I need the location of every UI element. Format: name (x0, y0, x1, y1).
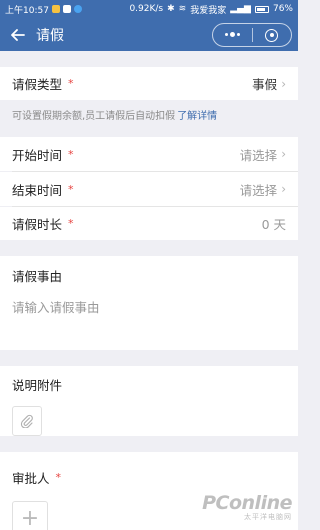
chevron-right-icon: › (281, 76, 286, 91)
reason-label: 请假事由 (12, 269, 63, 284)
hint-text: 可设置假期余额,员工请假后自动扣假 (12, 110, 176, 122)
network-speed: 0.92K/s (129, 4, 164, 14)
attachment-label: 说明附件 (12, 378, 63, 393)
paperclip-icon (20, 414, 33, 428)
reason-input[interactable]: 请输入请假事由 (12, 297, 286, 316)
required-mark: * (55, 471, 62, 484)
required-mark: * (68, 182, 74, 196)
status-bar: 上午10:57 0.92K/s ✱ ≋ 我爱我家 ▂▄▆ 76% (0, 0, 298, 18)
end-time-label: 结束时间 (12, 182, 63, 198)
watermark-logo: PConline (202, 492, 292, 514)
learn-more-link[interactable]: 了解详情 (177, 107, 217, 122)
end-time-row[interactable]: 结束时间 * 请选择 › (0, 172, 298, 206)
start-time-row[interactable]: 开始时间 * 请选择 › (0, 137, 298, 171)
plus-icon: + (20, 506, 40, 530)
start-time-placeholder: 请选择 (239, 147, 278, 163)
reason-section: 请假事由 请输入请假事由 (0, 256, 298, 350)
duration-row: 请假时长 * 0 天 (0, 207, 298, 240)
leave-balance-hint: 可设置假期余额,员工请假后自动扣假 了解详情 (0, 100, 298, 128)
duration-value: 0 天 (261, 217, 286, 232)
wifi-icon: ≋ (178, 4, 187, 14)
carrier-name: 我爱我家 (190, 5, 227, 16)
duration-label: 请假时长 (12, 217, 63, 232)
required-mark: * (68, 217, 74, 230)
end-time-placeholder: 请选择 (239, 182, 278, 198)
arrow-left-icon (11, 28, 25, 41)
battery-icon (254, 5, 269, 13)
add-attachment-button[interactable] (12, 406, 42, 436)
notification-icon (51, 5, 60, 13)
back-button[interactable] (0, 18, 36, 51)
leave-type-value: 事假 (252, 77, 278, 92)
record-circle-icon (265, 28, 279, 42)
add-approver-button[interactable]: + (12, 501, 48, 530)
leave-type-label: 请假类型 (12, 77, 63, 92)
chevron-right-icon: › (281, 147, 286, 161)
notification-icon (62, 5, 71, 13)
required-mark: * (68, 147, 74, 161)
watermark: PConline 太平洋电脑网 (202, 492, 292, 522)
notification-icon (73, 5, 82, 13)
leave-type-row[interactable]: 请假类型 * 事假 › (0, 67, 298, 100)
more-dots-icon (224, 32, 240, 37)
battery-percent: 76% (272, 4, 293, 14)
start-time-label: 开始时间 (12, 147, 63, 163)
nav-bar: 请假 (0, 18, 298, 51)
chevron-right-icon: › (281, 182, 286, 196)
close-mini-program-button[interactable] (253, 24, 292, 46)
bluetooth-icon: ✱ (167, 4, 175, 14)
required-mark: * (68, 77, 74, 90)
signal-icon: ▂▄▆ (230, 4, 251, 14)
more-button[interactable] (213, 24, 252, 46)
mini-program-capsule (212, 23, 292, 47)
approver-label: 审批人 (12, 471, 50, 486)
status-time: 上午10:57 (5, 5, 49, 16)
attachment-section: 说明附件 (0, 366, 298, 436)
page-title: 请假 (36, 27, 64, 44)
